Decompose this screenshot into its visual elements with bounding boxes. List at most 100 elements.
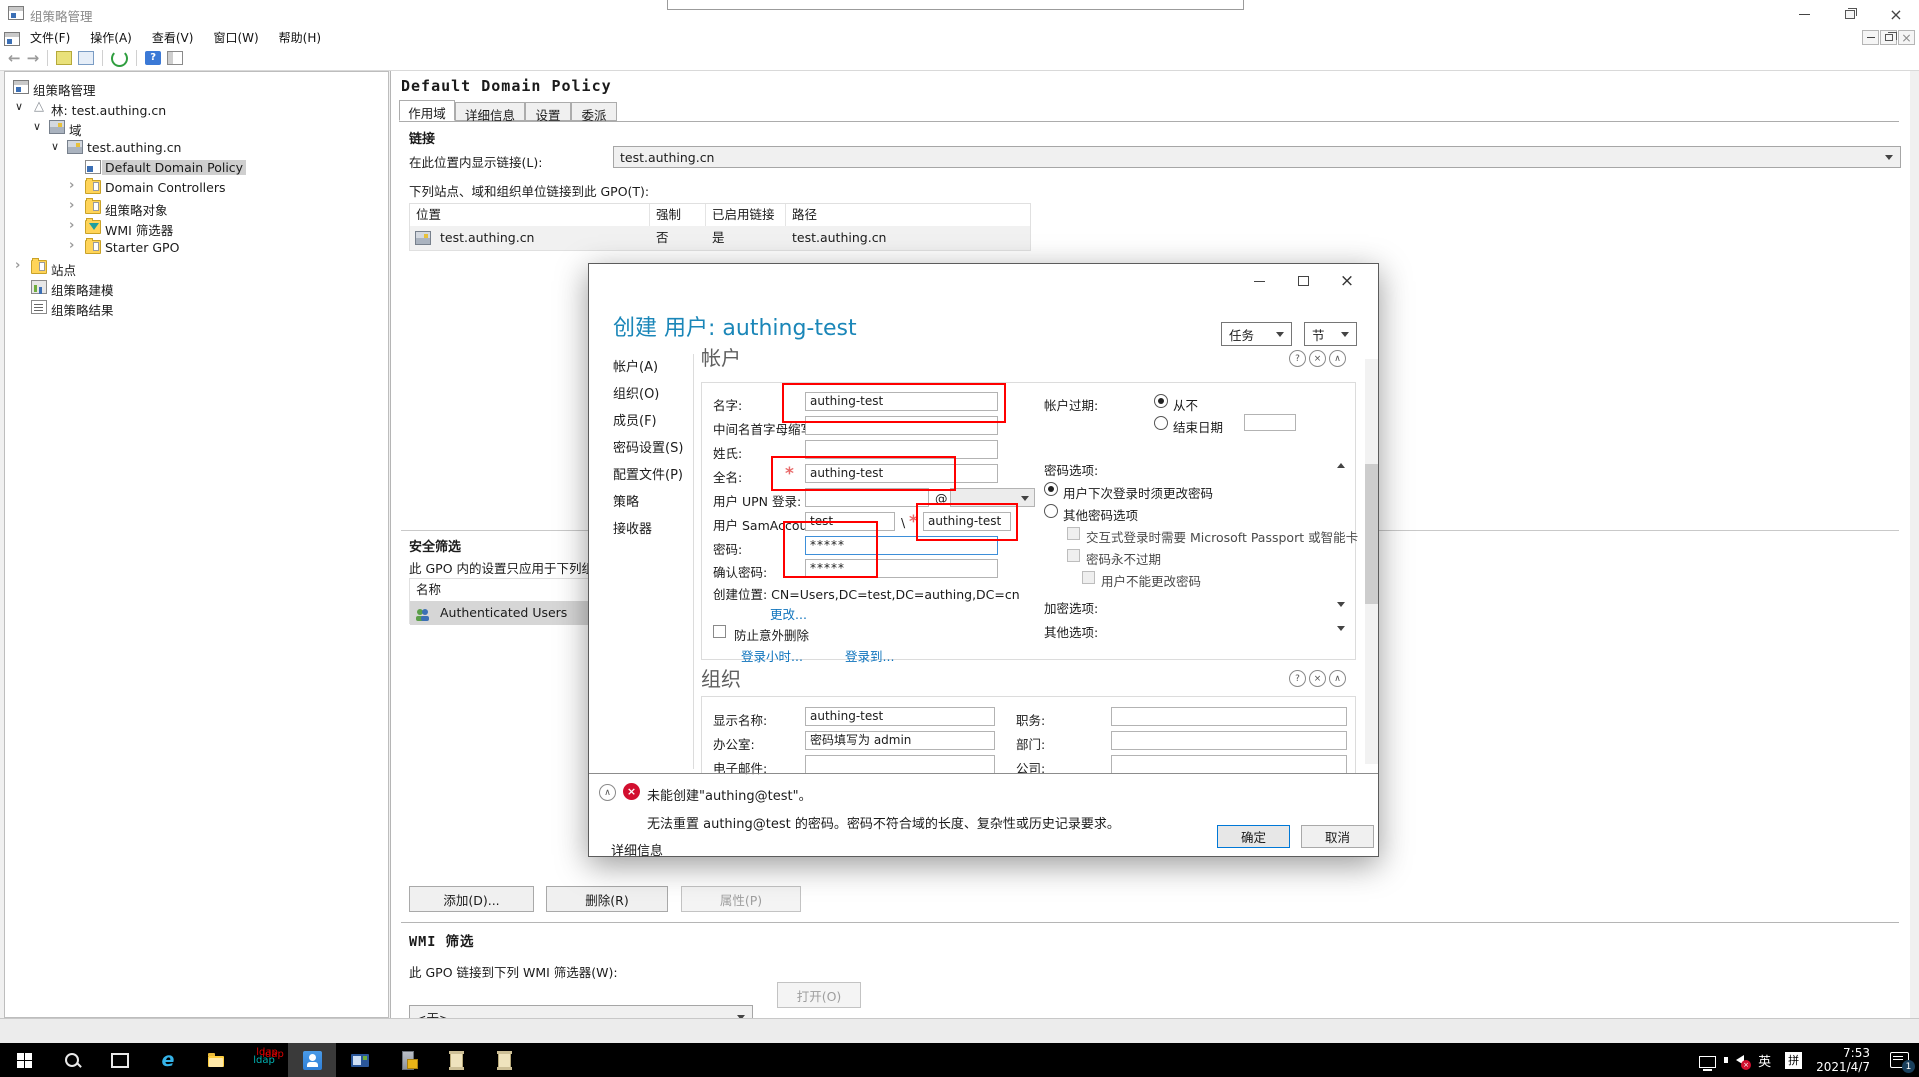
clear-section-icon[interactable]: × — [1309, 350, 1326, 367]
export-list-icon[interactable] — [56, 51, 72, 65]
ok-button[interactable]: 确定 — [1217, 825, 1290, 848]
nav-account[interactable]: 帐户(A) — [613, 356, 658, 375]
mdi-minimize-button[interactable] — [1862, 30, 1879, 45]
help-icon[interactable]: ? — [1289, 670, 1306, 687]
collapse-section-icon[interactable]: ∧ — [1329, 350, 1346, 367]
dialog-maximize-button[interactable] — [1289, 270, 1317, 292]
details-link[interactable]: 详细信息 — [611, 840, 663, 859]
help-icon[interactable]: ? — [1289, 350, 1306, 367]
menu-window[interactable]: 窗口(W) — [203, 29, 268, 46]
col-link-enabled[interactable]: 已启用链接 — [706, 204, 786, 226]
tab-details[interactable]: 详细信息 — [455, 102, 525, 121]
nav-profile[interactable]: 配置文件(P) — [613, 464, 683, 483]
office-input[interactable]: 密码填写为 admin — [805, 731, 995, 750]
minimize-button[interactable] — [1781, 0, 1827, 28]
tab-settings[interactable]: 设置 — [525, 102, 571, 121]
sections-dropdown-button[interactable]: 节 — [1304, 322, 1357, 346]
tree-item-wmi-filters[interactable]: › WMI 筛选器 — [5, 218, 385, 238]
tab-delegation[interactable]: 委派 — [571, 102, 617, 121]
display-links-combobox[interactable]: test.authing.cn — [613, 146, 1901, 168]
nav-silo[interactable]: 接收器 — [613, 518, 652, 537]
menu-action[interactable]: 操作(A) — [80, 29, 142, 46]
tree-item-gp-modeling[interactable]: 组策略建模 — [5, 278, 385, 298]
col-enforced[interactable]: 强制 — [650, 204, 706, 226]
open-button[interactable]: 打开(O) — [777, 982, 861, 1008]
ime-indicator[interactable]: 拼 — [1785, 1052, 1802, 1069]
expand-icon[interactable]: › — [69, 218, 74, 233]
search-button[interactable] — [48, 1043, 96, 1077]
taskbar-item-ad-users[interactable] — [288, 1043, 336, 1077]
taskbar-item-ldap[interactable]: ldap — [240, 1043, 288, 1077]
tree-item-gpo-objects[interactable]: › 组策略对象 — [5, 198, 385, 218]
task-view-button[interactable] — [96, 1043, 144, 1077]
taskbar-item-gp-editor[interactable] — [432, 1043, 480, 1077]
change-link[interactable]: 更改... — [770, 604, 807, 623]
collapse-icon[interactable]: ∨ — [15, 100, 23, 113]
scrollbar-thumb[interactable] — [1365, 464, 1378, 604]
taskbar-item-server-manager[interactable] — [336, 1043, 384, 1077]
back-icon[interactable]: ← — [8, 51, 21, 66]
expand-icon[interactable]: › — [69, 238, 74, 253]
tree-item-domain[interactable]: ∨ test.authing.cn — [5, 138, 385, 158]
tasks-dropdown-button[interactable]: 任务 — [1221, 322, 1292, 346]
menu-file[interactable]: 文件(F) — [20, 29, 80, 46]
expand-icon[interactable]: › — [69, 178, 74, 193]
other-options-radio[interactable] — [1044, 504, 1058, 518]
mdi-restore-button[interactable] — [1880, 30, 1897, 45]
job-title-input[interactable] — [1111, 707, 1347, 726]
tree-item-starter-gpo[interactable]: › Starter GPO — [5, 238, 385, 258]
taskbar-item-security[interactable] — [384, 1043, 432, 1077]
expand-arrow-icon[interactable] — [1337, 602, 1345, 607]
tree-item-domains[interactable]: ∨ 域 — [5, 118, 385, 138]
expand-icon[interactable]: › — [69, 198, 74, 213]
start-button[interactable] — [0, 1043, 48, 1077]
tree-item-root[interactable]: 组策略管理 — [5, 78, 385, 98]
nav-policy[interactable]: 策略 — [613, 491, 639, 510]
protect-deletion-checkbox[interactable] — [713, 625, 726, 638]
tab-scope[interactable]: 作用域 — [399, 100, 455, 121]
nav-password-settings[interactable]: 密码设置(S) — [613, 437, 683, 456]
background-window-edge[interactable] — [667, 0, 1244, 10]
collapse-arrow-icon[interactable] — [1337, 463, 1345, 468]
email-input[interactable] — [805, 755, 995, 774]
tree-item-sites[interactable]: › 站点 — [5, 258, 385, 278]
forward-icon[interactable]: → — [27, 51, 40, 66]
logon-hours-link[interactable]: 登录小时... — [741, 646, 803, 665]
col-path[interactable]: 路径 — [786, 204, 1030, 226]
refresh-icon[interactable] — [111, 50, 128, 67]
taskbar-item-ie[interactable]: e — [144, 1043, 192, 1077]
collapse-icon[interactable]: ∨ — [33, 120, 41, 133]
tree-item-domain-controllers[interactable]: › Domain Controllers — [5, 178, 385, 198]
panes-icon[interactable] — [167, 51, 183, 65]
must-change-radio[interactable] — [1044, 482, 1058, 496]
mdi-close-button[interactable]: × — [1898, 30, 1915, 45]
restore-button[interactable] — [1827, 0, 1873, 28]
tree-item-gp-results[interactable]: 组策略结果 — [5, 298, 385, 318]
help-icon[interactable]: ? — [145, 51, 161, 65]
collapse-section-icon[interactable]: ∧ — [1329, 670, 1346, 687]
dialog-scrollbar[interactable] — [1365, 359, 1378, 764]
taskbar-item-explorer[interactable] — [192, 1043, 240, 1077]
collapse-icon[interactable]: ∨ — [51, 140, 59, 153]
menu-help[interactable]: 帮助(H) — [269, 29, 331, 46]
network-icon[interactable] — [1699, 1056, 1716, 1068]
links-table-row[interactable]: test.authing.cn 否 是 test.authing.cn — [410, 226, 1030, 250]
tree-item-default-domain-policy[interactable]: Default Domain Policy — [5, 158, 385, 178]
expire-never-radio[interactable] — [1154, 394, 1168, 408]
dialog-close-button[interactable]: × — [1333, 270, 1361, 292]
properties-button[interactable]: 属性(P) — [681, 886, 801, 912]
notification-button[interactable]: 1 — [1890, 1052, 1909, 1068]
company-input[interactable] — [1111, 755, 1347, 774]
language-indicator[interactable]: 英 — [1758, 1051, 1771, 1070]
smartcard-checkbox[interactable] — [1067, 527, 1080, 540]
display-name-input[interactable]: authing-test — [805, 707, 995, 726]
remove-button[interactable]: 删除(R) — [546, 886, 668, 912]
cannot-change-checkbox[interactable] — [1082, 571, 1095, 584]
tree-item-forest[interactable]: ∨ △ 林: test.authing.cn — [5, 98, 385, 118]
nav-organization[interactable]: 组织(O) — [613, 383, 659, 402]
expand-arrow-icon[interactable] — [1337, 626, 1345, 631]
nav-member-of[interactable]: 成员(F) — [613, 410, 657, 429]
expand-icon[interactable]: › — [15, 258, 20, 273]
dialog-minimize-button[interactable] — [1245, 270, 1273, 292]
collapse-error-icon[interactable]: ∧ — [599, 784, 616, 801]
